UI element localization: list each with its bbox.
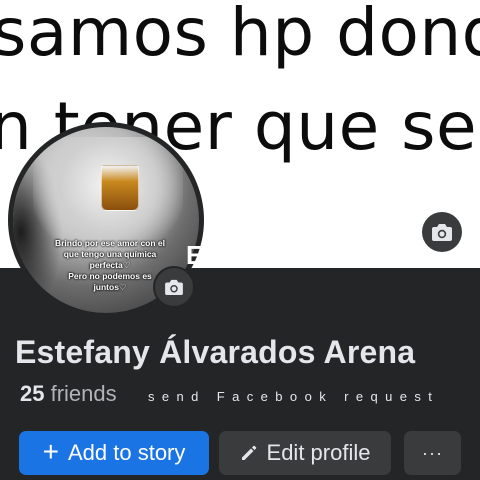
avatar-caption-line: Brindo por ese amor con el — [54, 238, 166, 248]
more-options-button[interactable]: ··· — [404, 431, 461, 475]
add-to-story-label: Add to story — [67, 440, 186, 465]
pencil-icon — [240, 444, 258, 462]
friends-count[interactable]: 25 friends — [20, 381, 117, 407]
add-to-story-button[interactable]: + Add to story — [19, 431, 209, 475]
request-text: send Facebook request — [148, 389, 440, 404]
profile-name: Estefany Álvarados Arena — [15, 334, 416, 370]
camera-icon — [165, 279, 183, 295]
cover-text-line-1: samos hp dond — [0, 0, 480, 71]
avatar-glass — [101, 165, 139, 211]
more-icon: ··· — [422, 442, 443, 463]
friends-number: 25 — [20, 381, 45, 406]
avatar-caption-line: que tengo una química — [63, 249, 157, 259]
friends-label: friends — [50, 381, 117, 406]
edit-profile-button[interactable]: Edit profile — [219, 431, 391, 475]
overlay-letter: E — [186, 240, 204, 270]
edit-cover-photo-button[interactable] — [422, 212, 462, 252]
edit-profile-label: Edit profile — [266, 440, 371, 465]
plus-icon: + — [42, 435, 59, 467]
camera-icon — [432, 224, 452, 241]
edit-profile-picture-button[interactable] — [153, 266, 195, 308]
